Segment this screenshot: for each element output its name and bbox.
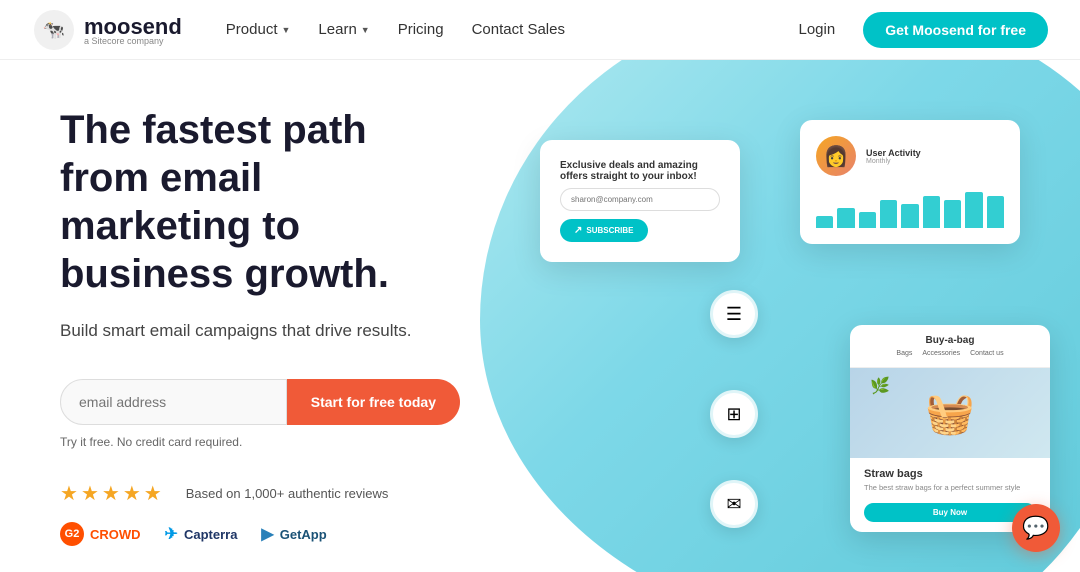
widget-email-input[interactable] <box>560 188 720 211</box>
connector-3: ✉ <box>710 480 758 528</box>
learn-arrow-icon: ▼ <box>361 25 370 35</box>
star-5: ★ <box>144 481 162 506</box>
email-input[interactable] <box>60 379 287 425</box>
grid-icon: ⊞ <box>726 404 741 425</box>
capterra-label: Capterra <box>184 527 237 542</box>
bar <box>965 192 982 228</box>
product-subtitle: The best straw bags for a perfect summer… <box>864 483 1036 492</box>
avatar: 👩 <box>816 136 856 176</box>
chat-icon: 💬 <box>1022 515 1049 541</box>
hero-subtitle: Build smart email campaigns that drive r… <box>60 318 460 344</box>
getapp-label: GetApp <box>280 527 327 542</box>
connector-1: ☰ <box>710 290 758 338</box>
ecomm-nav-bags[interactable]: Bags <box>896 350 912 357</box>
hero-left: The fastest path from email marketing to… <box>0 60 500 572</box>
bar <box>944 200 961 228</box>
ecommerce-card: Buy-a-bag Bags Accessories Contact us 🌿 … <box>850 325 1050 532</box>
g2-icon: G2 <box>60 522 84 546</box>
logo-text: moosend <box>84 14 182 39</box>
svg-text:🐄: 🐄 <box>43 20 65 40</box>
basket-icon: 🧺 <box>925 390 975 437</box>
star-2: ★ <box>81 481 99 506</box>
ecomm-header: Buy-a-bag Bags Accessories Contact us <box>850 325 1050 368</box>
widget-title: Exclusive deals and amazing offers strai… <box>560 160 720 182</box>
bar <box>923 196 940 228</box>
bar-chart <box>816 188 1004 228</box>
connector-2: ⊞ <box>710 390 758 438</box>
platform-logos: G2 CROWD ✈ Capterra ▶ GetApp <box>60 522 460 546</box>
star-4: ★ <box>123 481 141 506</box>
bar <box>901 204 918 228</box>
star-1: ★ <box>60 481 78 506</box>
nav-links: Product ▼ Learn ▼ Pricing Contact Sales <box>214 13 787 46</box>
moosend-logo-icon: 🐄 <box>32 8 76 52</box>
leaf-icon: 🌿 <box>870 376 890 396</box>
reviews-text: Based on 1,000+ authentic reviews <box>186 486 389 501</box>
free-note: Try it free. No credit card required. <box>60 435 460 449</box>
ecomm-brand: Buy-a-bag <box>926 335 975 346</box>
login-button[interactable]: Login <box>787 13 848 46</box>
star-rating: ★ ★ ★ ★ ★ <box>60 481 162 506</box>
widget-subscribe-button[interactable]: ↗ SUBSCRIBE <box>560 219 648 242</box>
subscribe-label: SUBSCRIBE <box>586 226 633 235</box>
hero-section: The fastest path from email marketing to… <box>0 60 1080 572</box>
activity-title: User Activity <box>866 148 921 158</box>
stars-row: ★ ★ ★ ★ ★ Based on 1,000+ authentic revi… <box>60 481 460 506</box>
g2-logo: G2 CROWD <box>60 522 141 546</box>
navbar: 🐄 moosend a Sitecore company Product ▼ L… <box>0 0 1080 60</box>
hero-right: Exclusive deals and amazing offers strai… <box>500 60 1080 572</box>
getapp-icon: ▶ <box>261 524 273 544</box>
g2-label: CROWD <box>90 527 141 542</box>
hero-title: The fastest path from email marketing to… <box>60 106 460 298</box>
bar <box>816 216 833 228</box>
bar <box>880 200 897 228</box>
cursor-icon: ↗ <box>574 225 582 236</box>
product-arrow-icon: ▼ <box>282 25 291 35</box>
ecomm-nav-accessories[interactable]: Accessories <box>922 350 960 357</box>
logo[interactable]: 🐄 moosend a Sitecore company <box>32 8 182 52</box>
bar <box>859 212 876 228</box>
nav-contact-sales[interactable]: Contact Sales <box>460 13 577 46</box>
ecomm-product-image: 🌿 🧺 <box>850 368 1050 458</box>
product-name: Straw bags <box>864 468 1036 480</box>
ecomm-nav: Bags Accessories Contact us <box>896 350 1003 357</box>
user-activity-card: 👩 User Activity Monthly <box>800 120 1020 244</box>
star-3: ★ <box>102 481 120 506</box>
activity-subtitle: Monthly <box>866 158 921 165</box>
nav-pricing[interactable]: Pricing <box>386 13 456 46</box>
bar <box>987 196 1004 228</box>
buy-now-button[interactable]: Buy Now <box>864 503 1036 522</box>
avatar-icon: 👩 <box>824 144 849 169</box>
activity-header: 👩 User Activity Monthly <box>816 136 1004 176</box>
start-free-button[interactable]: Start for free today <box>287 379 460 425</box>
ecomm-nav-contact[interactable]: Contact us <box>970 350 1003 357</box>
capterra-logo: ✈ Capterra <box>165 524 238 544</box>
email-form: Start for free today <box>60 379 460 425</box>
bar <box>837 208 854 228</box>
nav-right: Login Get Moosend for free <box>787 12 1049 48</box>
chat-bubble[interactable]: 💬 <box>1012 504 1060 552</box>
nav-learn[interactable]: Learn ▼ <box>306 13 381 46</box>
mail-icon: ✉ <box>726 494 741 515</box>
get-moosend-button[interactable]: Get Moosend for free <box>863 12 1048 48</box>
getapp-logo: ▶ GetApp <box>261 524 326 544</box>
email-list-icon: ☰ <box>726 304 742 325</box>
capterra-icon: ✈ <box>165 524 178 544</box>
nav-product[interactable]: Product ▼ <box>214 13 303 46</box>
email-subscription-widget: Exclusive deals and amazing offers strai… <box>540 140 740 262</box>
